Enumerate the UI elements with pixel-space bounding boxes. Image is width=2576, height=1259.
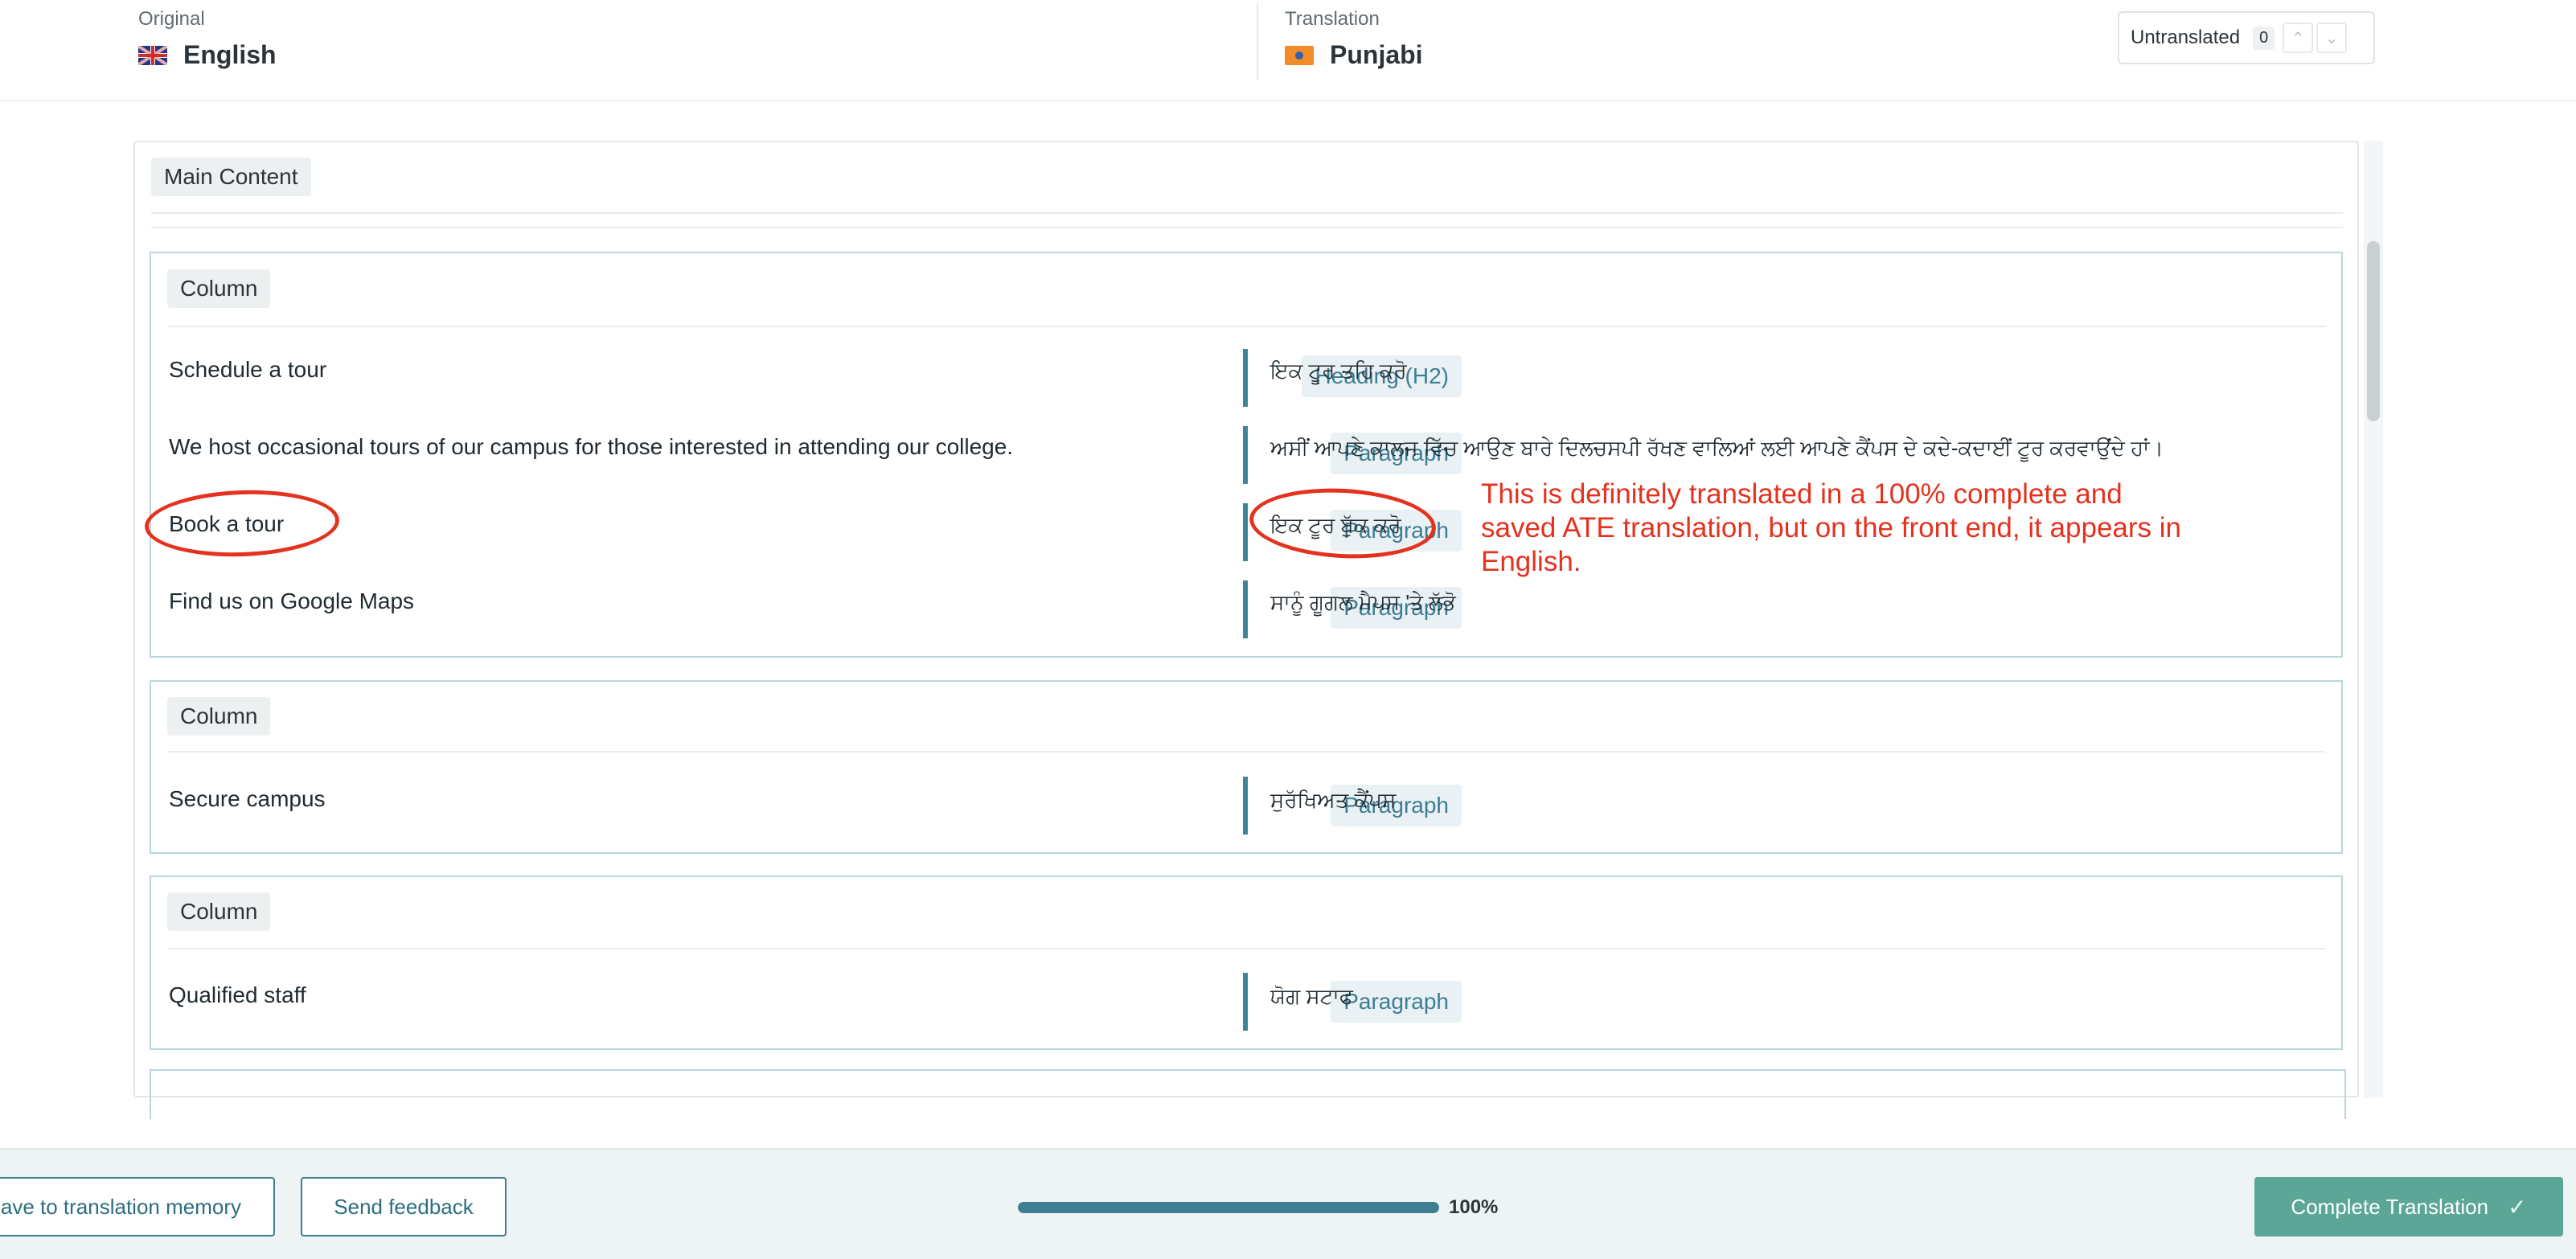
complete-translation-label: Complete Translation (2291, 1194, 2489, 1219)
uk-flag-icon (138, 45, 167, 65)
progress-fill (1018, 1202, 1439, 1213)
translation-caption: Translation (1285, 8, 1380, 30)
next-untranslated-button[interactable]: ⌄ (2316, 23, 2348, 53)
source-segment[interactable]: Schedule a tour (169, 357, 326, 383)
chevron-up-icon: ⌃ (2291, 29, 2305, 47)
target-segment[interactable]: ਅਸੀਂ ਆਪਣੇ ਕਾਲਜ ਵਿੱਚ ਆਉਣ ਬਾਰੇ ਦਿਲਚਸਪੀ ਰੱਖ… (1270, 436, 2164, 461)
column-divider (167, 326, 2325, 327)
previous-untranslated-button[interactable]: ⌃ (2283, 23, 2314, 53)
original-language-name: English (183, 40, 277, 69)
annotation-note: This is definitely translated in a 100% … (1481, 478, 2182, 577)
target-segment[interactable]: ਇਕ ਟੂਰ ਤਹਿ ਕਰੋ (1270, 359, 1407, 384)
source-segment[interactable]: Qualified staff (169, 982, 306, 1008)
target-segment[interactable]: ਸਾਨੂੰ ਗੂਗਲ ਮੈਪਸ 'ਤੇ ਲੱਭੋ (1270, 590, 1456, 616)
original-language: Original English (138, 8, 277, 70)
untranslated-count-badge: 0 (2253, 26, 2275, 50)
progress-percent: 100% (1449, 1196, 1499, 1218)
segment-accent-bar (1243, 426, 1248, 484)
pa-flag-icon (1285, 45, 1314, 65)
target-segment[interactable]: ਸੁਰੱਖਿਅਤ ਕੈਂਪਸ (1270, 788, 1396, 814)
save-to-translation-memory-button[interactable]: ave to translation memory (0, 1177, 275, 1236)
segment-accent-bar (1243, 973, 1248, 1031)
scrollbar-thumb[interactable] (2367, 241, 2380, 421)
untranslated-filter[interactable]: Untranslated 0 ⌃ ⌄ (2118, 11, 2375, 64)
target-segment[interactable]: ਯੋਗ ਸਟਾਫ (1270, 984, 1353, 1010)
editor-footer: ave to translation memory Send feedback … (0, 1148, 2576, 1259)
source-segment[interactable]: Find us on Google Maps (169, 588, 414, 614)
segment-accent-bar (1243, 349, 1248, 407)
section-divider (151, 212, 2343, 214)
segment-accent-bar (1243, 777, 1248, 835)
segment-accent-bar (1243, 503, 1248, 561)
translation-language: Translation Punjabi (1285, 8, 1423, 70)
complete-translation-button[interactable]: Complete Translation ✓ (2254, 1177, 2563, 1236)
source-segment[interactable]: We host occasional tours of our campus f… (169, 434, 1013, 460)
column-label: Column (167, 892, 271, 931)
source-segment[interactable]: Secure campus (169, 786, 326, 812)
section-label: Main Content (151, 158, 311, 196)
section-divider (151, 227, 2343, 228)
translation-progress-bar (1018, 1202, 1439, 1213)
chevron-down-icon: ⌄ (2324, 29, 2339, 47)
column-label: Column (167, 697, 271, 736)
column-block (150, 1069, 2346, 1119)
column-divider (167, 948, 2325, 949)
send-feedback-button[interactable]: Send feedback (301, 1177, 507, 1236)
editor-header: Original English Translation Punjabi Unt… (0, 0, 2576, 101)
translation-language-name: Punjabi (1330, 40, 1423, 69)
segment-accent-bar (1243, 580, 1248, 638)
header-divider (1257, 3, 1258, 80)
original-caption: Original (138, 8, 205, 30)
column-label: Column (167, 269, 271, 308)
untranslated-label: Untranslated (2131, 27, 2241, 48)
column-divider (167, 751, 2325, 753)
check-icon: ✓ (2508, 1194, 2527, 1220)
